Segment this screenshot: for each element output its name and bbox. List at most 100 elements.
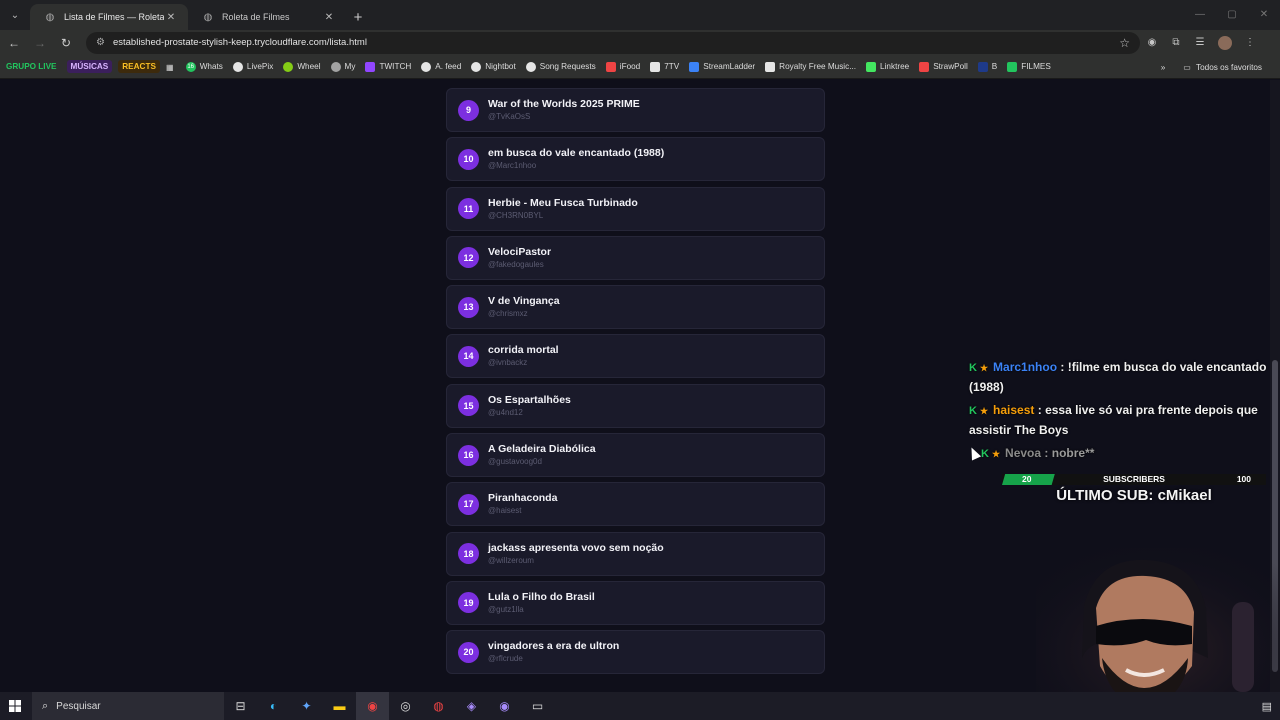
movie-rank-badge: 19 [458,592,479,614]
tab-strip: ⌄ ◍ Lista de Filmes — Roleta ✕ ◍ Roleta … [0,0,1280,30]
tab-lista-de-filmes[interactable]: ◍ Lista de Filmes — Roleta ✕ [30,4,188,30]
strawpoll-icon [919,61,930,72]
bookmark-folder-musicas[interactable]: MÚSICAS [66,60,113,73]
chat-nick: haisest [993,403,1035,417]
apps-grid-icon[interactable]: ▦ [166,62,174,72]
movie-meta: War of the Worlds 2025 PRIME @TvKaOsS [488,98,640,122]
chrome-icon[interactable]: ◉ [356,692,389,720]
kick-badge-icon: K [969,362,977,374]
maximize-icon[interactable]: ▢ [1216,0,1248,28]
minimize-icon[interactable]: — [1184,0,1216,28]
app-red-icon[interactable]: ◍ [422,692,455,720]
movie-row[interactable]: 12 VelociPastor @fakedogaules [446,235,825,280]
address-bar[interactable]: ⚙ established-prostate-stylish-keep.tryc… [86,31,1140,54]
bookmark-star-icon[interactable]: ☆ [1119,36,1130,50]
movie-rank-badge: 10 [458,148,479,170]
bookmark-afeed[interactable]: A. feed [421,61,461,72]
all-bookmarks-folder[interactable]: ▭ Todos os favoritos [1183,62,1262,73]
bookmark-linktree[interactable]: Linktree [866,61,909,72]
movie-row[interactable]: 13 V de Vingança @chrismxz [446,285,825,330]
obs-icon[interactable]: ◎ [389,692,422,720]
bookmark-b[interactable]: B [977,61,997,72]
bookmark-7tv[interactable]: 7TV [650,61,679,72]
movie-requester: @CH3RN0BYL [488,210,544,220]
menu-kebab-icon[interactable]: ⋮ [1238,32,1262,54]
reading-list-icon[interactable]: ☰ [1188,32,1212,54]
bookmark-wheel[interactable]: Wheel [283,61,321,72]
windows-taskbar: ⌕ Pesquisar ⊟ ◐ ✦ ▬ ◉ ◎ ◍ ◈ ◉ ▭ ▤ [0,692,1280,720]
extension-icon[interactable]: ◉ [1140,32,1164,54]
bookmark-whats[interactable]: 16 Whats [185,61,223,72]
discord-icon[interactable]: ◈ [455,692,488,720]
movie-row[interactable]: 16 A Geladeira Diabólica @gustavoog0d [446,433,825,478]
reload-icon[interactable]: ↻ [54,32,78,54]
sub-goal-bar: 20 SUBSCRIBERS 100 [1002,474,1266,485]
terminal-icon[interactable]: ▭ [521,692,554,720]
movie-meta: V de Vingança @chrismxz [488,295,560,319]
close-tab-icon[interactable]: ✕ [164,12,178,23]
task-view-icon[interactable]: ⊟ [224,692,257,720]
movie-row[interactable]: 20 vingadores a era de ultron @rflcrude [446,630,825,675]
movie-row[interactable]: 15 Os Espartalhões @u4nd12 [446,383,825,428]
taskbar-search[interactable]: ⌕ Pesquisar [32,692,224,720]
bookmark-ifood[interactable]: iFood [605,61,640,72]
bookmark-strawpoll[interactable]: StrawPoll [919,61,968,72]
bookmark-label: Wheel [297,62,321,71]
7tv-icon [650,61,661,72]
profile-avatar[interactable] [1218,35,1232,50]
movie-row[interactable]: 9 War of the Worlds 2025 PRIME @TvKaOsS [446,88,825,132]
movie-title: vingadores a era de ultron [488,640,620,653]
movie-row[interactable]: 17 Piranhaconda @haisest [446,482,825,527]
notifications-icon[interactable]: ▤ [1262,700,1272,713]
site-info-icon[interactable]: ⚙ [96,37,105,48]
back-icon[interactable]: ← [2,32,26,54]
chat-message: K ★ haisest : essa live só vai pra frente … [969,401,1280,440]
movie-requester: @haisest [488,506,522,516]
movie-requester: @willzeroum [488,555,534,565]
app-purple-icon[interactable]: ◉ [488,692,521,720]
bookmark-nightbot[interactable]: Nightbot [471,61,516,72]
chevron-right-icon[interactable]: » [1161,63,1166,72]
movie-row[interactable]: 11 Herbie - Meu Fusca Turbinado @CH3RN0BYL [446,186,825,231]
bookmark-twitch[interactable]: TWITCH [365,61,412,72]
tab-search-icon[interactable]: ⌄ [2,2,28,28]
copilot-icon[interactable]: ✦ [290,692,323,720]
bookmark-label: Royalty Free Music... [779,62,857,71]
edge-icon[interactable]: ◐ [257,692,290,720]
wheel-icon [283,61,294,72]
music-icon [765,61,776,72]
close-window-icon[interactable]: ✕ [1248,0,1280,28]
system-tray: ▤ [1262,692,1272,720]
movie-rank-badge: 20 [458,641,479,663]
movie-row[interactable]: 18 jackass apresenta vovo sem noção @willz… [446,531,825,576]
new-tab-button[interactable]: + [346,4,370,30]
movie-row[interactable]: 10 em busca do vale encantado (1988) @Marc… [446,137,825,182]
nightbot-icon [471,61,482,72]
chat-message: K ★ Marc1nhoo : !filme em busca do vale en… [969,358,1280,397]
forward-icon[interactable]: → [28,32,52,54]
sub-goal-label: SUBSCRIBERS [1103,474,1165,484]
bookmark-my[interactable]: My [330,61,355,72]
kick-badge-icon: K [981,448,989,460]
bookmark-label: LivePix [246,62,274,71]
bookmark-royalty-free[interactable]: Royalty Free Music... [765,61,857,72]
sub-badge-icon: ★ [979,406,989,416]
bookmark-livepix[interactable]: LivePix [232,61,274,72]
chat-nick: Marc1nhoo [993,360,1058,374]
movie-rank-badge: 15 [458,395,479,417]
bookmark-folder-grupo-live[interactable]: GRUPO LIVE [6,62,57,71]
bookmark-song-requests[interactable]: Song Requests [525,61,596,72]
bookmark-folder-reacts[interactable]: REACTS [118,60,160,73]
movie-row[interactable]: 14 corrida mortal @ivnbackz [446,334,825,379]
file-explorer-icon[interactable]: ▬ [323,692,356,720]
bookmark-filmes[interactable]: FILMES [1007,61,1051,72]
bookmark-streamladder[interactable]: StreamLadder [689,61,755,72]
movie-rank-badge: 11 [458,198,479,220]
close-tab-icon[interactable]: ✕ [322,12,336,23]
extensions-puzzle-icon[interactable]: ⧉ [1164,32,1188,54]
movie-row[interactable]: 19 Lula o Filho do Brasil @gutz1lla [446,580,825,625]
start-button[interactable] [0,692,30,720]
bookmark-label: TWITCH [379,62,412,71]
movie-title: A Geladeira Diabólica [488,443,596,456]
tab-roleta-de-filmes[interactable]: ◍ Roleta de Filmes ✕ [188,4,346,30]
